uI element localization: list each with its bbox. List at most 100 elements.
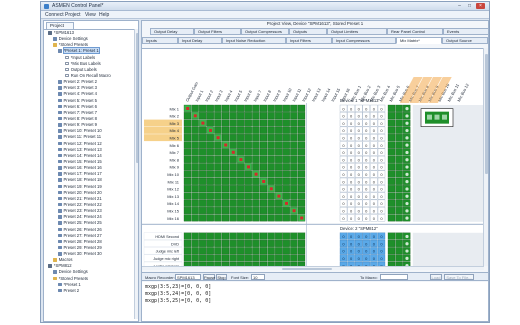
crosspoint-cell[interactable]	[259, 141, 268, 149]
crosspoint-cell[interactable]	[221, 119, 230, 127]
save-to-file-button[interactable]: Save To File...	[444, 274, 474, 280]
tab-output-delay[interactable]: Output Delay	[150, 28, 194, 35]
crosspoint-cell[interactable]	[267, 192, 275, 200]
crosspoint-cell[interactable]	[290, 199, 298, 207]
crosspoint-cell[interactable]	[199, 170, 207, 178]
crosspoint-cell[interactable]	[221, 104, 230, 112]
macro-console[interactable]: mxgp(3:5,23)=[0, 0, 0] mxgp(3:5,24)=[0, 0…	[142, 282, 488, 321]
crosspoint-cell[interactable]	[252, 163, 260, 171]
crosspoint-cell[interactable]	[244, 126, 252, 134]
crosspoint-cell[interactable]	[244, 185, 252, 193]
crosspoint-cell[interactable]	[259, 170, 268, 178]
crosspoint-cell[interactable]	[259, 247, 268, 255]
crosspoint-cell[interactable]	[221, 207, 230, 215]
tree-item[interactable]: Preset 2	[44, 288, 138, 294]
crosspoint-cell[interactable]	[282, 185, 290, 193]
crosspoint-cell[interactable]	[206, 119, 214, 127]
crosspoint-cell[interactable]	[259, 239, 268, 247]
tree-scrollbar[interactable]	[134, 29, 138, 319]
load-button[interactable]: Load	[430, 274, 442, 280]
crosspoint-cell[interactable]	[267, 170, 275, 178]
crosspoint-cell[interactable]	[259, 148, 268, 156]
crosspoint-cell[interactable]	[191, 207, 199, 215]
crosspoint-cell[interactable]	[297, 199, 306, 207]
crosspoint-cell[interactable]	[183, 177, 192, 185]
crosspoint-cell[interactable]	[229, 192, 237, 200]
crosspoint-cell[interactable]	[229, 207, 237, 215]
crosspoint-cell[interactable]	[183, 170, 192, 178]
crosspoint-cell[interactable]	[244, 141, 252, 149]
crosspoint-cell[interactable]	[259, 119, 268, 127]
tab-output-limiters[interactable]: Output Limiters	[327, 28, 387, 35]
crosspoint-cell[interactable]	[214, 199, 222, 207]
crosspoint-cell[interactable]	[237, 126, 245, 134]
crosspoint-cell[interactable]	[199, 232, 207, 240]
crosspoint-cell[interactable]	[275, 177, 283, 185]
crosspoint-cell[interactable]	[229, 163, 237, 171]
crosspoint-cell[interactable]	[297, 112, 306, 120]
crosspoint-cell[interactable]	[282, 119, 290, 127]
crosspoint-cell[interactable]	[221, 185, 230, 193]
menu-view[interactable]: View	[85, 12, 96, 18]
crosspoint-cell[interactable]	[267, 207, 275, 215]
tab-outputs[interactable]: Outputs	[289, 28, 327, 35]
crosspoint-cell[interactable]	[282, 163, 290, 171]
crosspoint-cell[interactable]	[214, 254, 222, 262]
crosspoint-cell[interactable]	[282, 141, 290, 149]
crosspoint-cell[interactable]	[267, 134, 275, 142]
crosspoint-cell[interactable]	[297, 232, 306, 240]
crosspoint-cell[interactable]	[214, 155, 222, 163]
crosspoint-cell[interactable]	[214, 207, 222, 215]
crosspoint-cell[interactable]	[282, 177, 290, 185]
matrix-vscroll-thumb[interactable]	[485, 54, 488, 174]
crosspoint-cell[interactable]	[206, 254, 214, 262]
crosspoint-cell[interactable]	[214, 112, 222, 120]
crosspoint-cell[interactable]	[252, 207, 260, 215]
crosspoint-cell[interactable]	[297, 148, 306, 156]
crosspoint-cell[interactable]	[297, 247, 306, 255]
crosspoint-cell[interactable]	[244, 177, 252, 185]
crosspoint-cell[interactable]	[252, 112, 260, 120]
crosspoint-cell[interactable]	[275, 185, 283, 193]
minimize-button[interactable]: –	[455, 3, 464, 9]
crosspoint-cell[interactable]	[191, 104, 199, 112]
crosspoint-cell[interactable]	[244, 119, 252, 127]
crosspoint-cell[interactable]	[206, 104, 214, 112]
crosspoint-cell[interactable]	[275, 134, 283, 142]
crosspoint-cell[interactable]	[244, 254, 252, 262]
crosspoint-cell[interactable]	[290, 134, 298, 142]
crosspoint-cell[interactable]	[259, 254, 268, 262]
crosspoint-cell[interactable]	[297, 192, 306, 200]
crosspoint-cell[interactable]	[267, 199, 275, 207]
crosspoint-cell[interactable]	[259, 192, 268, 200]
crosspoint-cell[interactable]	[297, 141, 306, 149]
crosspoint-cell[interactable]	[252, 199, 260, 207]
crosspoint-cell[interactable]	[282, 126, 290, 134]
crosspoint-cell[interactable]	[282, 239, 290, 247]
crosspoint-cell[interactable]	[259, 199, 268, 207]
crosspoint-cell[interactable]	[237, 112, 245, 120]
crosspoint-cell[interactable]	[267, 239, 275, 247]
crosspoint-cell[interactable]	[290, 214, 298, 222]
crosspoint-cell[interactable]	[297, 126, 306, 134]
crosspoint-cell[interactable]	[183, 155, 192, 163]
menu-project[interactable]: Project	[65, 12, 81, 18]
crosspoint-cell[interactable]	[191, 199, 199, 207]
crosspoint-cell[interactable]	[214, 177, 222, 185]
crosspoint-cell[interactable]	[191, 148, 199, 156]
crosspoint-cell[interactable]	[275, 141, 283, 149]
crosspoint-cell[interactable]	[297, 104, 306, 112]
crosspoint-cell[interactable]	[290, 141, 298, 149]
crosspoint-cell[interactable]	[259, 155, 268, 163]
crosspoint-cell[interactable]	[282, 207, 290, 215]
crosspoint-cell[interactable]	[214, 214, 222, 222]
crosspoint-cell[interactable]	[237, 254, 245, 262]
crosspoint-cell[interactable]	[259, 134, 268, 142]
crosspoint-cell[interactable]	[229, 232, 237, 240]
crosspoint-cell[interactable]	[244, 104, 252, 112]
tab-inputs[interactable]: Inputs	[142, 37, 178, 44]
crosspoint-cell[interactable]	[199, 141, 207, 149]
crosspoint-cell[interactable]	[252, 141, 260, 149]
crosspoint-cell[interactable]	[206, 207, 214, 215]
crosspoint-cell[interactable]	[252, 119, 260, 127]
